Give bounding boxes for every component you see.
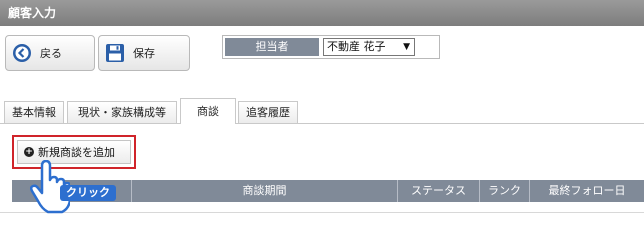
assignee-field: 担当者 不動産 花子 ▼ <box>222 35 440 59</box>
tab-follow-history[interactable]: 追客履歴 <box>238 101 298 123</box>
assignee-select[interactable]: 不動産 花子 ▼ <box>323 38 415 56</box>
save-button-label: 保存 <box>133 47 155 60</box>
col-header-last-follow: 最終フォロー日 <box>548 184 626 197</box>
tab-deals-label: 商談 <box>197 105 219 118</box>
add-deal-label: 新規商談を追加 <box>38 146 115 159</box>
col-header-rank: ランク <box>480 180 530 202</box>
dropdown-arrow-icon: ▼ <box>403 42 410 52</box>
tab-follow-history-label: 追客履歴 <box>246 106 290 119</box>
col-header-status: ステータス <box>398 180 480 202</box>
save-button[interactable]: 保存 <box>98 35 190 71</box>
floppy-disk-icon <box>105 43 125 63</box>
tab-deals[interactable]: 商談 <box>180 98 236 124</box>
click-callout: クリック <box>60 185 116 201</box>
back-button[interactable]: 戻る <box>5 35 95 71</box>
tab-family-label: 現状・家族構成等 <box>78 106 166 119</box>
tab-basic-info-label: 基本情報 <box>12 106 56 119</box>
plus-circle-icon: + <box>24 147 34 157</box>
assignee-value: 不動産 花子 <box>327 40 386 53</box>
window-title: 顧客入力 <box>0 0 644 26</box>
tab-family[interactable]: 現状・家族構成等 <box>67 101 177 123</box>
tabs-divider <box>0 123 644 124</box>
assignee-label: 担当者 <box>225 38 319 56</box>
col-header-period: 商談期間 <box>132 180 398 202</box>
tab-basic-info[interactable]: 基本情報 <box>4 101 64 123</box>
left-arrow-circle-icon <box>12 43 32 63</box>
back-button-label: 戻る <box>40 47 62 60</box>
table-bottom-rule <box>0 212 644 213</box>
